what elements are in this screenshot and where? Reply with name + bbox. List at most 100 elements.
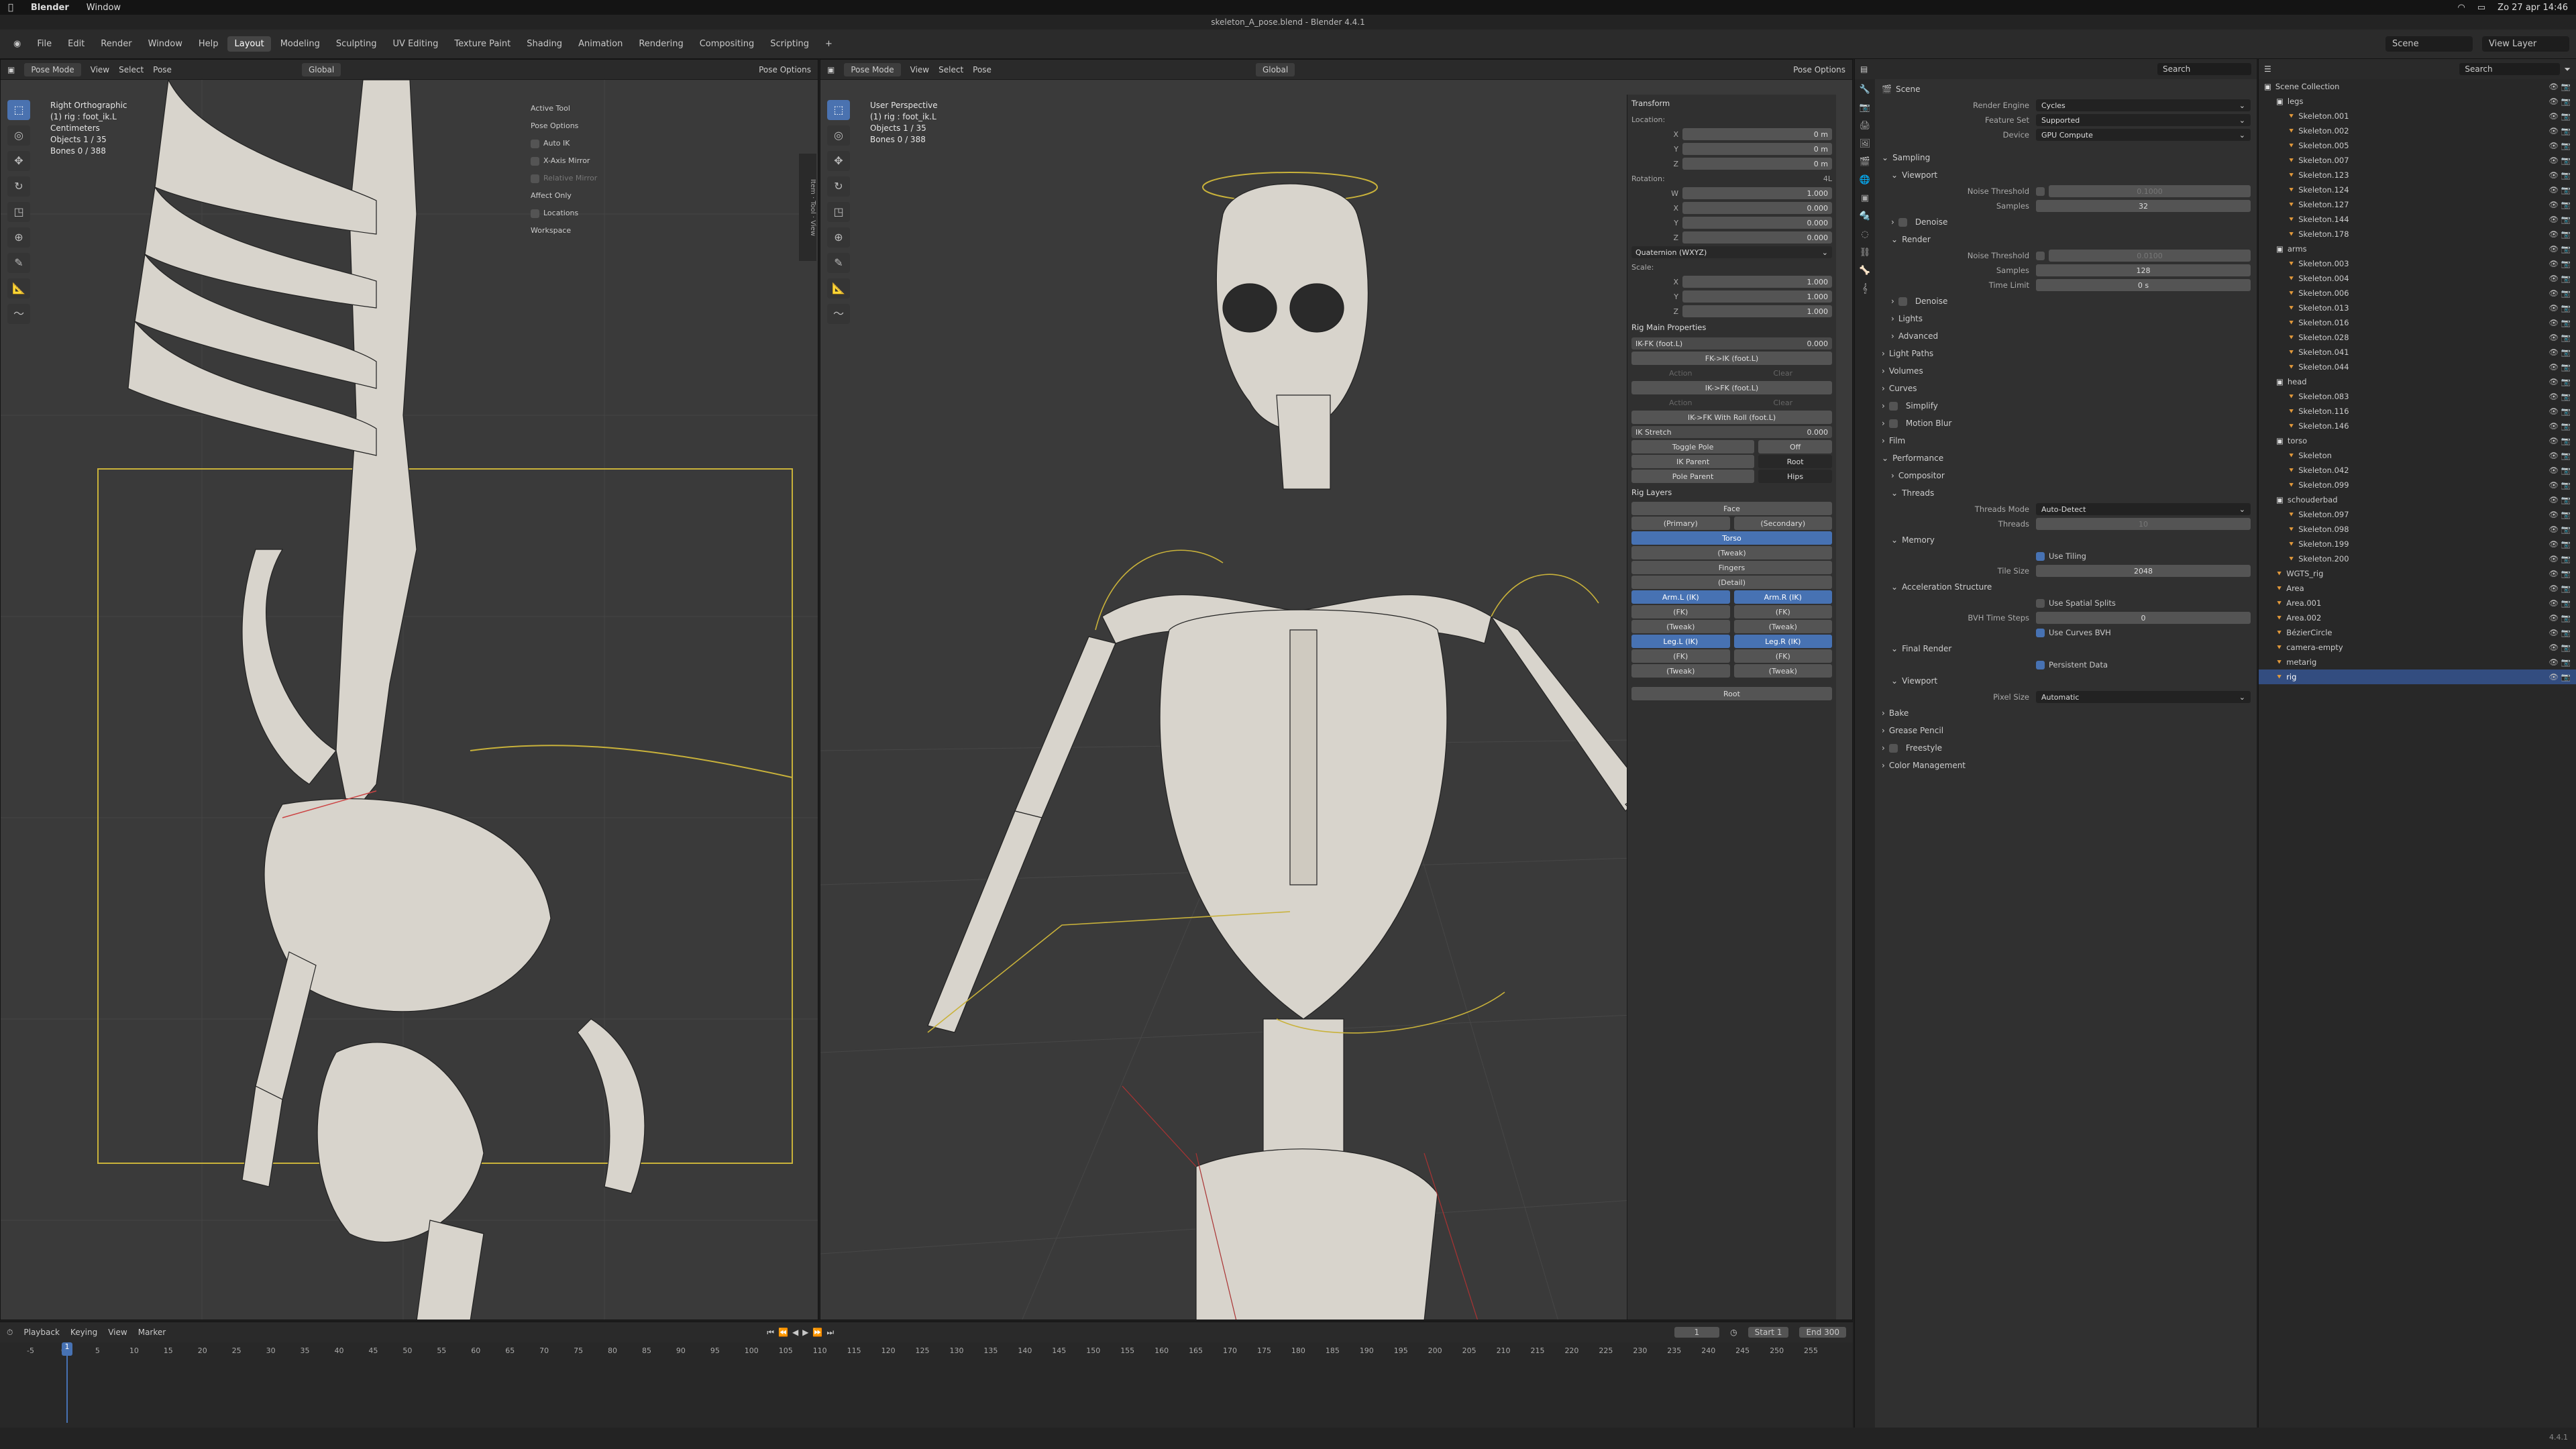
clear-button[interactable]: Clear (1734, 366, 1833, 380)
grease-pencil-panel[interactable]: › Grease Pencil (1876, 722, 2256, 739)
outliner-item[interactable]: ⯆ Skeleton.028 👁 📷 (2259, 330, 2576, 345)
visibility-icons[interactable]: 👁 📷 (2548, 598, 2571, 608)
light-paths-panel[interactable]: › Light Paths (1876, 345, 2256, 362)
visibility-icons[interactable]: 👁 📷 (2548, 111, 2571, 121)
scene-selector[interactable]: Scene (2385, 36, 2473, 52)
render-tab-icon[interactable]: 📷 (1860, 103, 1870, 113)
time-limit-field[interactable]: 0 s (2036, 279, 2251, 291)
visibility-icons[interactable]: 👁 📷 (2548, 407, 2571, 416)
outliner-item[interactable]: ⯆ Skeleton.097 👁 📷 (2259, 507, 2576, 522)
visibility-icons[interactable]: 👁 📷 (2548, 141, 2571, 150)
rig-main-header[interactable]: Rig Main Properties (1627, 319, 1836, 336)
visibility-icons[interactable]: 👁 📷 (2548, 525, 2571, 534)
visibility-icons[interactable]: 👁 📷 (2548, 539, 2571, 549)
volumes-panel[interactable]: › Volumes (1876, 362, 2256, 380)
left-viewport[interactable]: ▣ Pose Mode View Select Pose Global Pose… (0, 59, 818, 1320)
view-layer-selector[interactable]: View Layer (2482, 36, 2569, 52)
performance-panel[interactable]: ⌄ Performance (1876, 449, 2256, 467)
layer-fingers[interactable]: Fingers (1631, 561, 1832, 574)
toggle-pole-value[interactable]: Off (1758, 440, 1832, 453)
bake-panel[interactable]: › Bake (1876, 704, 2256, 722)
visibility-icons[interactable]: 👁 📷 (2548, 495, 2571, 504)
menu-help[interactable]: Help (192, 36, 225, 52)
visibility-icons[interactable]: 👁 📷 (2548, 244, 2571, 254)
loc-x-field[interactable]: 0 m (1682, 128, 1832, 140)
transform-header[interactable]: Transform (1627, 95, 1836, 112)
keying-menu[interactable]: Keying (70, 1328, 97, 1337)
output-tab-icon[interactable]: 🖨 (1860, 121, 1871, 131)
layer-face-primary[interactable]: (Primary) (1631, 517, 1730, 530)
toggle-pole-button[interactable]: Toggle Pole (1631, 440, 1755, 453)
layer-leg-r-ik[interactable]: Leg.R (IK) (1733, 635, 1832, 648)
right-viewport[interactable]: ▣ Pose Mode View Select Pose Global Pose… (820, 59, 1853, 1320)
layer-arm-l-tweak[interactable]: (Tweak) (1631, 620, 1730, 633)
advanced-panel[interactable]: › Advanced (1876, 327, 2256, 345)
outliner-collection[interactable]: ▣ Scene Collection 👁 📷 (2259, 79, 2576, 94)
vp-samples-field[interactable]: 32 (2036, 200, 2251, 212)
outliner-item[interactable]: ⯆ Skeleton.005 👁 📷 (2259, 138, 2576, 153)
pole-parent-dropdown[interactable]: Hips (1758, 470, 1832, 483)
transform-tool-icon[interactable]: ⊕ (7, 227, 30, 248)
outliner-item[interactable]: ⯆ Skeleton.004 👁 📷 (2259, 271, 2576, 286)
outliner-item[interactable]: ⯆ Skeleton.127 👁 📷 (2259, 197, 2576, 212)
visibility-icons[interactable]: 👁 📷 (2548, 480, 2571, 490)
visibility-icons[interactable]: 👁 📷 (2548, 347, 2571, 357)
view-menu[interactable]: View (108, 1328, 127, 1337)
pose-menu[interactable]: Pose (153, 65, 172, 74)
clear-button-2[interactable]: Clear (1734, 396, 1833, 409)
r-denoise-panel[interactable]: Denoise (1915, 297, 1948, 306)
workspace-header[interactable]: Workspace (531, 222, 604, 239)
ws-layout[interactable]: Layout (227, 36, 271, 52)
outliner-item[interactable]: ⯆ Skeleton.146 👁 📷 (2259, 419, 2576, 433)
outliner-item[interactable]: ⯆ Skeleton.006 👁 📷 (2259, 286, 2576, 301)
visibility-icons[interactable]: 👁 📷 (2548, 274, 2571, 283)
acceleration-panel[interactable]: ⌄ Acceleration Structure (1876, 578, 2256, 596)
visibility-icons[interactable]: 👁 📷 (2548, 554, 2571, 564)
vp-noise-threshold-field[interactable]: 0.1000 (2049, 185, 2251, 197)
visibility-icons[interactable]: 👁 📷 (2548, 466, 2571, 475)
relax-tool-icon[interactable]: 〜 (7, 304, 30, 324)
outliner-item[interactable]: ⯆ Skeleton.178 👁 📷 (2259, 227, 2576, 241)
outliner-editor-icon[interactable]: ☰ (2264, 64, 2271, 74)
outliner-item[interactable]: ⯆ Area.002 👁 📷 (2259, 610, 2576, 625)
transform-tool-icon[interactable]: ⊕ (827, 227, 850, 248)
layer-arm-l-fk[interactable]: (FK) (1631, 605, 1730, 619)
current-frame-field[interactable]: 1 (1674, 1327, 1720, 1338)
layer-face[interactable]: Face (1631, 502, 1832, 515)
properties-editor-icon[interactable]: ▤ (1860, 64, 1868, 74)
visibility-icons[interactable]: 👁 📷 (2548, 584, 2571, 593)
perf-viewport-panel[interactable]: ⌄ Viewport (1876, 672, 2256, 690)
rot-x-field[interactable]: 0.000 (1682, 202, 1832, 214)
outliner-item[interactable]: ⯆ Skeleton.002 👁 📷 (2259, 123, 2576, 138)
blender-logo-icon[interactable]: ◉ (7, 36, 28, 52)
outliner-item[interactable]: ⯆ WGTS_rig 👁 📷 (2259, 566, 2576, 581)
loc-z-field[interactable]: 0 m (1682, 158, 1832, 170)
layer-face-secondary[interactable]: (Secondary) (1733, 517, 1832, 530)
select-tool-icon[interactable]: ⬚ (7, 100, 30, 120)
ikfk-slider[interactable]: IK-FK (foot.L) 0.000 (1631, 337, 1832, 350)
data-tab-icon[interactable]: 🦴 (1860, 266, 1870, 276)
playback-controls[interactable]: ⏮⏪◀▶⏩⏭ (767, 1328, 838, 1338)
visibility-icons[interactable]: 👁 📷 (2548, 657, 2571, 667)
simplify-panel[interactable]: Simplify (1906, 401, 1938, 411)
freestyle-panel[interactable]: Freestyle (1906, 743, 1942, 753)
outliner-item[interactable]: ⯆ Skeleton.124 👁 📷 (2259, 182, 2576, 197)
editor-type-icon[interactable]: ▣ (7, 65, 15, 74)
outliner-item[interactable]: ⯆ Skeleton.098 👁 📷 (2259, 522, 2576, 537)
visibility-icons[interactable]: 👁 📷 (2548, 362, 2571, 372)
visibility-icons[interactable]: 👁 📷 (2548, 451, 2571, 460)
device-dropdown[interactable]: GPU Compute ⌄ (2036, 129, 2251, 141)
outliner-item[interactable]: ⯆ BézierCircle 👁 📷 (2259, 625, 2576, 640)
ws-rendering[interactable]: Rendering (632, 36, 690, 52)
menu-render[interactable]: Render (94, 36, 138, 52)
layer-root[interactable]: Root (1631, 687, 1832, 700)
timeline-ruler[interactable]: -505101520253035404550556065707580859095… (0, 1342, 1853, 1428)
visibility-icons[interactable]: 👁 📷 (2548, 200, 2571, 209)
outliner-item[interactable]: ⯆ Skeleton.083 👁 📷 (2259, 389, 2576, 404)
threads-mode-dropdown[interactable]: Auto-Detect ⌄ (2036, 503, 2251, 515)
battery-icon[interactable]: ▭ (2477, 3, 2485, 13)
outliner-item[interactable]: ⯆ Skeleton.199 👁 📷 (2259, 537, 2576, 551)
visibility-icons[interactable]: 👁 📷 (2548, 510, 2571, 519)
rot-z-field[interactable]: 0.000 (1682, 231, 1832, 244)
object-tab-icon[interactable]: ▣ (1861, 193, 1869, 203)
